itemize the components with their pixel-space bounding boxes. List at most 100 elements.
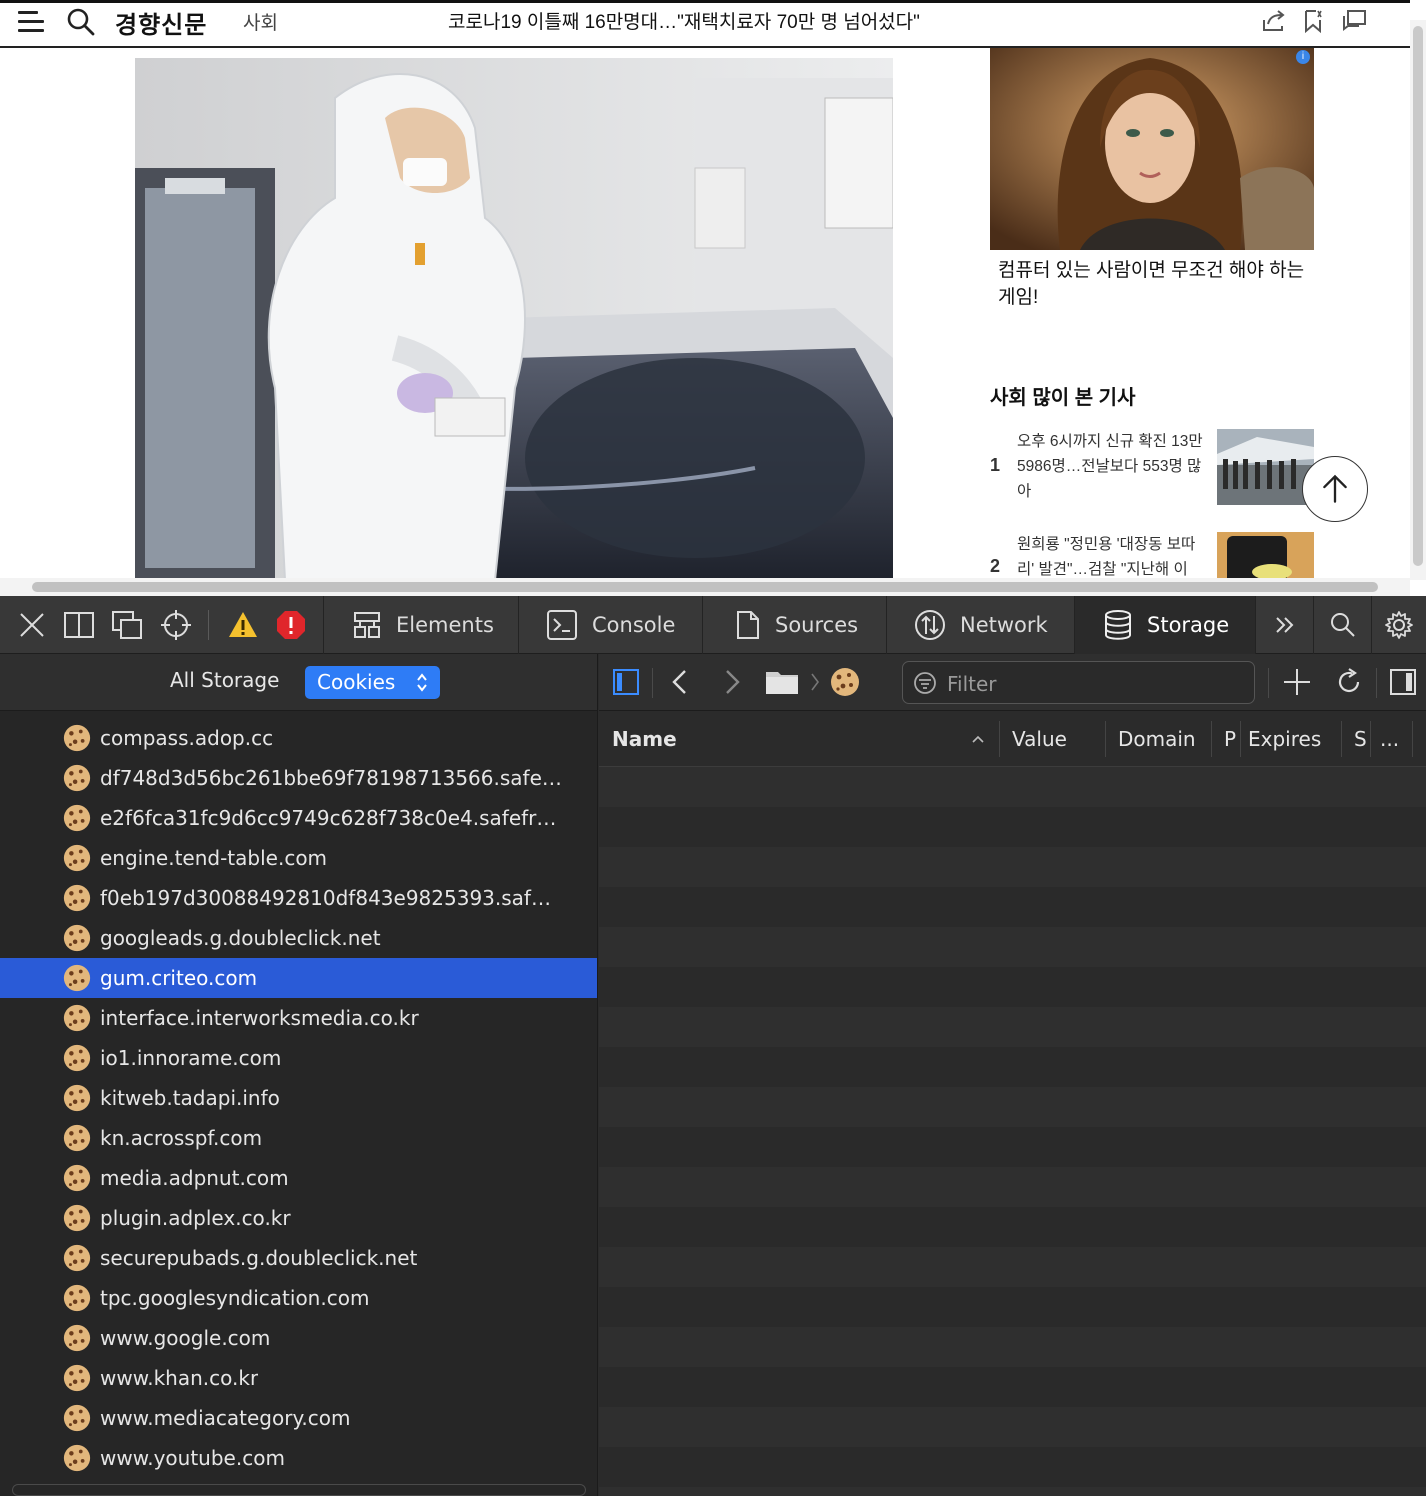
domain-list-item[interactable]: www.google.com (0, 1318, 597, 1358)
column-name[interactable]: Name (612, 711, 677, 767)
domain-label: www.google.com (100, 1326, 271, 1350)
cookie-icon (63, 1244, 91, 1272)
domain-list-item[interactable]: engine.tend-table.com (0, 838, 597, 878)
table-row (599, 1047, 1426, 1087)
sidebar-toggle-icon[interactable] (610, 666, 642, 698)
network-icon (915, 610, 945, 640)
table-row (599, 1287, 1426, 1327)
column-value[interactable]: Value (1012, 711, 1067, 767)
more-tabs-button[interactable] (1255, 596, 1313, 654)
column-size[interactable]: S (1354, 711, 1367, 767)
domain-list-item[interactable]: plugin.adplex.co.kr (0, 1198, 597, 1238)
ad-image[interactable]: i (990, 48, 1314, 250)
domain-list-item[interactable]: securepubads.g.doubleclick.net (0, 1238, 597, 1278)
menu-icon[interactable] (18, 9, 46, 35)
article-title[interactable]: 원희룡 "정민용 '대장동 보따리' 발견"…검찰 "지난해 이 (1017, 532, 1207, 582)
settings-button[interactable] (1371, 596, 1426, 654)
column-more[interactable]: ... (1380, 711, 1399, 767)
tab-elements[interactable]: Elements (323, 596, 519, 654)
table-row (599, 1207, 1426, 1247)
column-domain[interactable]: Domain (1118, 711, 1196, 767)
folder-icon[interactable] (764, 666, 800, 698)
domain-label: df748d3d56bc261bbe69f78198713566.safe… (100, 766, 562, 790)
popular-article-1[interactable]: 1 오후 6시까지 신규 확진 13만5986명…전날보다 553명 많아 (990, 429, 1314, 505)
domain-list-item[interactable]: compass.adop.cc (0, 718, 597, 758)
elements-icon (354, 612, 380, 638)
page-horizontal-scrollbar[interactable] (0, 578, 1410, 596)
domain-list-item[interactable]: io1.innorame.com (0, 1038, 597, 1078)
add-icon[interactable] (1281, 666, 1313, 698)
element-picker-icon[interactable] (160, 609, 192, 641)
article-photo (135, 58, 893, 580)
domain-list-item[interactable]: kn.acrosspf.com (0, 1118, 597, 1158)
domain-list-item[interactable]: www.youtube.com (0, 1438, 597, 1478)
cookie-icon[interactable] (829, 666, 861, 698)
refresh-icon[interactable] (1333, 666, 1365, 698)
column-expires[interactable]: Expires (1248, 711, 1321, 767)
scroll-to-top-button[interactable] (1302, 456, 1368, 522)
webpage-viewport: 경향신문 사회 코로나19 이틀째 16만명대…"재택치료자 70만 명 넘어섰… (0, 0, 1426, 596)
cookie-icon (63, 1404, 91, 1432)
table-row (599, 1447, 1426, 1487)
domain-list-item[interactable]: media.adpnut.com (0, 1158, 597, 1198)
section-label[interactable]: 사회 (243, 8, 278, 35)
article-rank: 1 (990, 455, 1001, 475)
document-icon (737, 611, 759, 639)
article-thumbnail[interactable] (1217, 429, 1314, 505)
search-button[interactable] (1313, 596, 1371, 654)
error-icon[interactable] (275, 609, 307, 641)
cookie-icon (63, 1204, 91, 1232)
storage-type-select[interactable]: Cookies (305, 666, 440, 699)
column-path[interactable]: P (1224, 711, 1236, 767)
ad-info-icon[interactable]: i (1296, 50, 1310, 64)
tab-storage[interactable]: Storage (1074, 596, 1255, 654)
cookie-icon (63, 1124, 91, 1152)
domain-list-item[interactable]: df748d3d56bc261bbe69f78198713566.safe… (0, 758, 597, 798)
domain-list-item[interactable]: e2f6fca31fc9d6cc9749c628f738c0e4.safefr… (0, 798, 597, 838)
cookie-icon (63, 844, 91, 872)
search-icon (1330, 613, 1355, 637)
domain-list-item[interactable]: interface.interworksmedia.co.kr (0, 998, 597, 1038)
search-icon[interactable] (66, 7, 96, 37)
domain-list-item[interactable]: gum.criteo.com (0, 958, 597, 998)
tab-network[interactable]: Network (886, 596, 1075, 654)
domain-list-item[interactable]: www.mediacategory.com (0, 1398, 597, 1438)
ad-caption[interactable]: 컴퓨터 있는 사람이면 무조건 해야 하는 게임! (998, 257, 1318, 311)
back-icon[interactable] (665, 666, 697, 698)
bookmark-icon[interactable] (1300, 8, 1328, 34)
domain-list-item[interactable]: kitweb.tadapi.info (0, 1078, 597, 1118)
cookie-icon (63, 764, 91, 792)
domain-label: googleads.g.doubleclick.net (100, 926, 381, 950)
forward-icon[interactable] (715, 666, 747, 698)
cookie-icon (63, 924, 91, 952)
site-logo[interactable]: 경향신문 (115, 5, 207, 40)
table-row (599, 807, 1426, 847)
undock-icon[interactable] (111, 609, 143, 641)
site-header: 경향신문 사회 코로나19 이틀째 16만명대…"재택치료자 70만 명 넘어섰… (0, 0, 1410, 48)
tab-sources[interactable]: Sources (702, 596, 887, 654)
table-row (599, 1127, 1426, 1167)
article-title[interactable]: 오후 6시까지 신규 확진 13만5986명…전날보다 553명 많아 (1017, 429, 1207, 504)
sort-ascending-icon[interactable] (971, 733, 985, 745)
popular-articles-title: 사회 많이 본 기사 (990, 387, 1136, 409)
chevrons-right-icon (1275, 617, 1293, 633)
page-vertical-scrollbar[interactable] (1410, 20, 1426, 580)
details-sidebar-icon[interactable] (1387, 666, 1419, 698)
dock-side-icon[interactable] (63, 609, 95, 641)
table-row (599, 847, 1426, 887)
domain-list-item[interactable]: googleads.g.doubleclick.net (0, 918, 597, 958)
domain-label: compass.adop.cc (100, 726, 274, 750)
tab-console[interactable]: Console (518, 596, 703, 654)
share-icon[interactable] (1260, 8, 1288, 34)
domain-list-item[interactable]: f0eb197d30088492810df843e9825393.saf… (0, 878, 597, 918)
filter-input[interactable]: Filter (902, 661, 1255, 704)
comment-icon[interactable] (1340, 8, 1368, 34)
warning-icon[interactable] (227, 609, 259, 641)
all-storage-button[interactable]: All Storage (170, 668, 279, 692)
close-icon[interactable] (16, 609, 48, 641)
table-row (599, 1167, 1426, 1207)
domain-list-item[interactable]: tpc.googlesyndication.com (0, 1278, 597, 1318)
domain-list-item[interactable]: www.khan.co.kr (0, 1358, 597, 1398)
tab-label: Network (960, 613, 1048, 637)
sidebar-scrollbar[interactable] (12, 1484, 586, 1496)
